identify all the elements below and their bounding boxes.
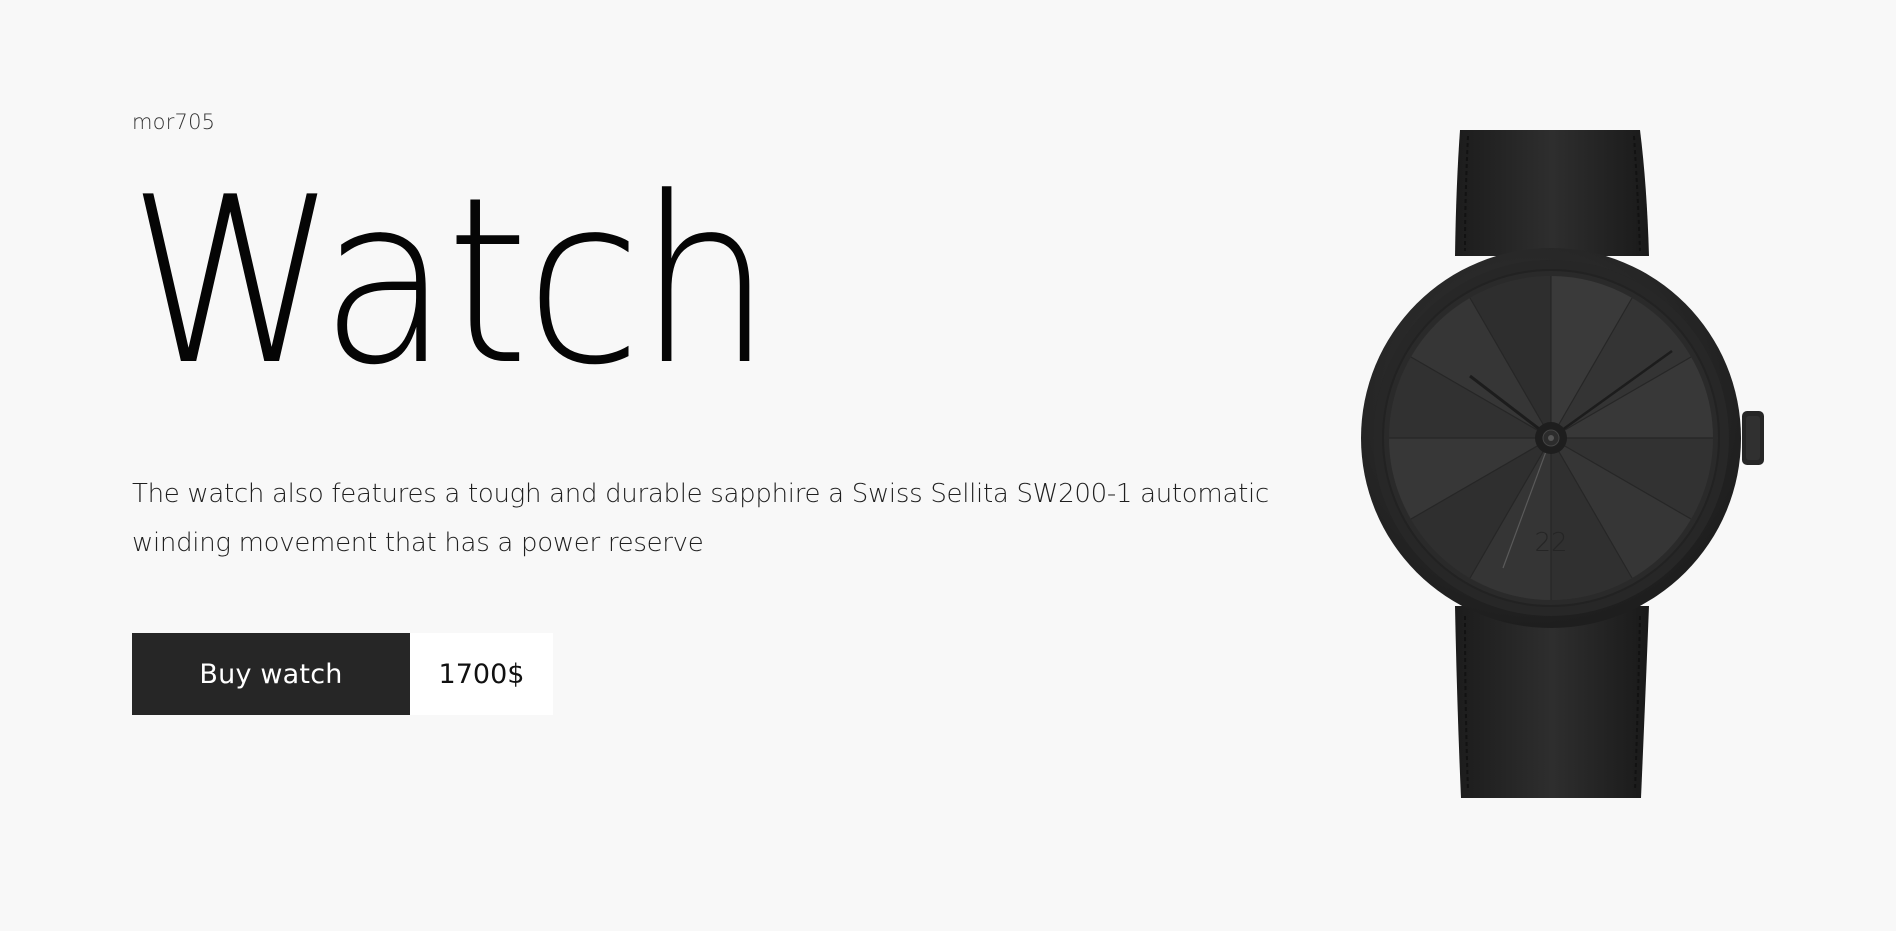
price-label: 1700$ — [410, 633, 553, 715]
strap-bottom — [1455, 606, 1649, 798]
strap-top — [1455, 130, 1649, 256]
watch-image: 22 — [1361, 130, 1764, 798]
page-title: Watch — [128, 149, 772, 416]
purchase-group: Buy watch 1700$ — [132, 633, 553, 715]
product-description: The watch also features a tough and dura… — [132, 479, 1269, 558]
dial-date-number: 22 — [1534, 528, 1567, 558]
buy-watch-button[interactable]: Buy watch — [132, 633, 410, 715]
brand-logo[interactable]: mor705 — [132, 110, 215, 134]
product-hero: mor705 Watch The watch also features a t… — [0, 0, 1896, 931]
